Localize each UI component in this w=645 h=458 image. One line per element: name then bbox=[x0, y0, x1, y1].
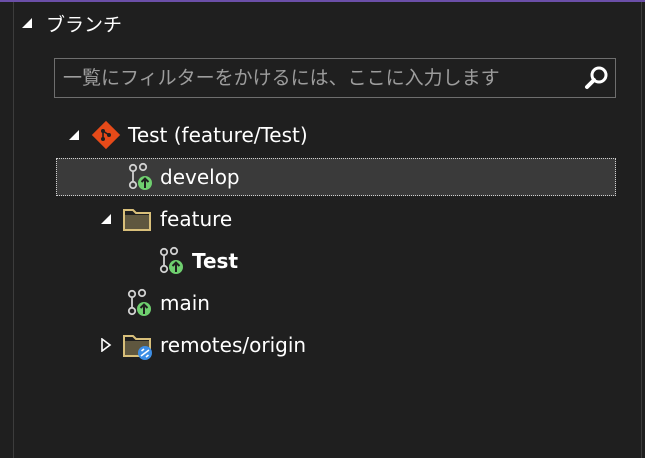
tree-item-main[interactable]: main bbox=[0, 284, 645, 322]
search-box[interactable] bbox=[54, 58, 616, 98]
section-title: ブランチ bbox=[46, 13, 123, 36]
tree-item-feature-folder[interactable]: feature bbox=[0, 200, 645, 238]
branches-section-header[interactable]: ブランチ bbox=[20, 8, 122, 38]
search-icon[interactable] bbox=[579, 60, 615, 96]
remote-folder-icon bbox=[122, 331, 152, 361]
branch-icon bbox=[126, 288, 154, 318]
branch-icon bbox=[127, 162, 155, 192]
develop-label: develop bbox=[160, 165, 240, 189]
main-label: main bbox=[160, 291, 210, 315]
expanded-triangle-icon[interactable] bbox=[66, 127, 82, 143]
collapsed-triangle-icon[interactable] bbox=[98, 337, 114, 353]
folder-icon bbox=[122, 205, 151, 235]
branch-icon bbox=[158, 246, 186, 276]
search-input[interactable] bbox=[55, 59, 579, 97]
feature-test-label: Test bbox=[192, 249, 239, 273]
branches-window: ブランチ Test (feature/Test) bbox=[0, 0, 645, 458]
top-accent-bar bbox=[0, 0, 645, 2]
remotes-label: remotes/origin bbox=[160, 333, 307, 357]
tree-item-develop[interactable]: develop bbox=[56, 158, 616, 196]
tree-item-repo[interactable]: Test (feature/Test) bbox=[0, 116, 645, 154]
collapse-triangle-icon[interactable] bbox=[20, 16, 34, 30]
expanded-triangle-icon[interactable] bbox=[98, 211, 114, 227]
tree-item-feature-test[interactable]: Test bbox=[0, 242, 645, 280]
tree-item-remotes-origin[interactable]: remotes/origin bbox=[0, 326, 645, 364]
git-repo-icon bbox=[91, 120, 121, 150]
feature-label: feature bbox=[160, 207, 233, 231]
repo-label: Test (feature/Test) bbox=[128, 123, 308, 147]
